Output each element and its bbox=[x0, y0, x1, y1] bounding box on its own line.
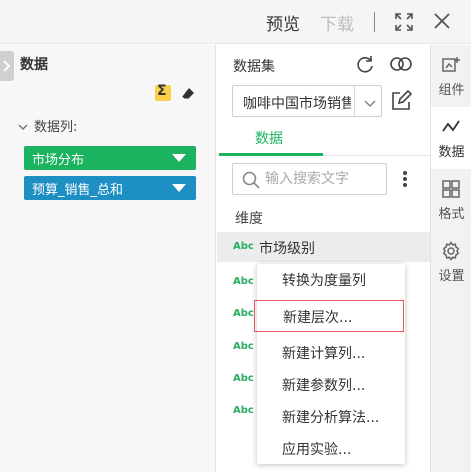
menu-item-new-calculated-column[interactable]: 新建计算列... bbox=[257, 337, 405, 369]
grid-layout-icon bbox=[442, 180, 460, 198]
left-data-panel: 数据 Σ 数据列: 市场分布 预算_销售_总和 bbox=[0, 45, 216, 472]
active-tab-indicator bbox=[219, 153, 323, 156]
gear-icon bbox=[442, 241, 460, 261]
column-pill-budget[interactable]: 预算_销售_总和 bbox=[24, 176, 196, 200]
rail-tab-format[interactable]: 格式 bbox=[431, 169, 471, 231]
rail-label: 组件 bbox=[438, 83, 465, 98]
close-icon[interactable] bbox=[432, 11, 452, 31]
right-side-rail: 组件 数据 格式 设置 bbox=[430, 45, 471, 472]
collapse-handle[interactable] bbox=[0, 51, 14, 81]
chevron-down-icon[interactable] bbox=[363, 95, 377, 114]
dataset-title: 数据集 bbox=[233, 59, 275, 75]
text-type-icon: Abc bbox=[233, 308, 254, 319]
text-type-icon: Abc bbox=[233, 341, 254, 352]
menu-item-convert-to-measure[interactable]: 转换为度量列 bbox=[257, 264, 405, 296]
rail-tab-settings[interactable]: 设置 bbox=[431, 231, 471, 293]
text-type-icon: Abc bbox=[233, 276, 254, 287]
column-pill-label: 市场分布 bbox=[32, 153, 85, 168]
component-plus-icon bbox=[442, 57, 460, 72]
text-type-icon: Abc bbox=[233, 405, 254, 416]
tab-data[interactable]: 数据 bbox=[255, 128, 283, 148]
text-type-icon: Abc bbox=[233, 373, 254, 384]
search-box[interactable] bbox=[232, 163, 387, 195]
menu-item-new-hierarchy[interactable]: 新建层次... bbox=[254, 300, 404, 332]
download-button[interactable]: 下载 bbox=[320, 10, 354, 35]
sigma-icon[interactable]: Σ bbox=[155, 83, 171, 101]
dropdown-arrow-icon[interactable] bbox=[172, 154, 186, 162]
line-chart-icon bbox=[442, 120, 460, 132]
refresh-icon[interactable] bbox=[355, 54, 375, 74]
field-item-market-level[interactable]: Abc 市场级别 bbox=[217, 232, 430, 262]
rail-tab-components[interactable]: 组件 bbox=[431, 45, 471, 107]
link-dataset-icon[interactable] bbox=[389, 55, 413, 73]
eraser-icon[interactable] bbox=[181, 86, 195, 100]
left-panel-title: 数据 bbox=[20, 57, 48, 73]
dataset-select-value: 咖啡中国市场销售 bbox=[243, 96, 351, 112]
chevron-down-icon bbox=[18, 121, 28, 134]
rail-label: 格式 bbox=[438, 207, 465, 222]
edit-icon[interactable] bbox=[390, 89, 413, 112]
text-type-icon: Abc bbox=[233, 241, 254, 252]
data-columns-text: 数据列: bbox=[34, 120, 78, 135]
field-name: 市场级别 bbox=[259, 241, 315, 257]
rail-label: 设置 bbox=[438, 269, 465, 284]
preview-button[interactable]: 预览 bbox=[266, 10, 300, 35]
column-pill-market[interactable]: 市场分布 bbox=[24, 146, 196, 170]
field-context-menu: 转换为度量列 新建层次... 新建计算列... 新建参数列... 新建分析算法.… bbox=[254, 264, 405, 465]
search-icon bbox=[242, 171, 260, 189]
rail-tab-data[interactable]: 数据 bbox=[431, 107, 471, 169]
menu-item-new-parameter-column[interactable]: 新建参数列... bbox=[257, 369, 405, 401]
rail-label: 数据 bbox=[438, 145, 465, 160]
dimension-section-label: 维度 bbox=[235, 211, 263, 227]
fullscreen-icon[interactable] bbox=[394, 12, 414, 32]
dataset-select[interactable]: 咖啡中国市场销售 bbox=[232, 85, 382, 117]
data-columns-label[interactable]: 数据列: bbox=[18, 116, 77, 135]
toolbar-divider bbox=[374, 12, 375, 32]
column-pill-label: 预算_销售_总和 bbox=[32, 183, 124, 198]
menu-item-new-analysis-algorithm[interactable]: 新建分析算法... bbox=[257, 401, 405, 433]
top-toolbar: 预览 下载 bbox=[0, 0, 471, 44]
search-input[interactable] bbox=[265, 169, 383, 189]
dropdown-arrow-icon[interactable] bbox=[172, 184, 186, 192]
menu-item-apply-experiment[interactable]: 应用实验... bbox=[257, 433, 405, 465]
more-options-icon[interactable] bbox=[400, 169, 410, 189]
